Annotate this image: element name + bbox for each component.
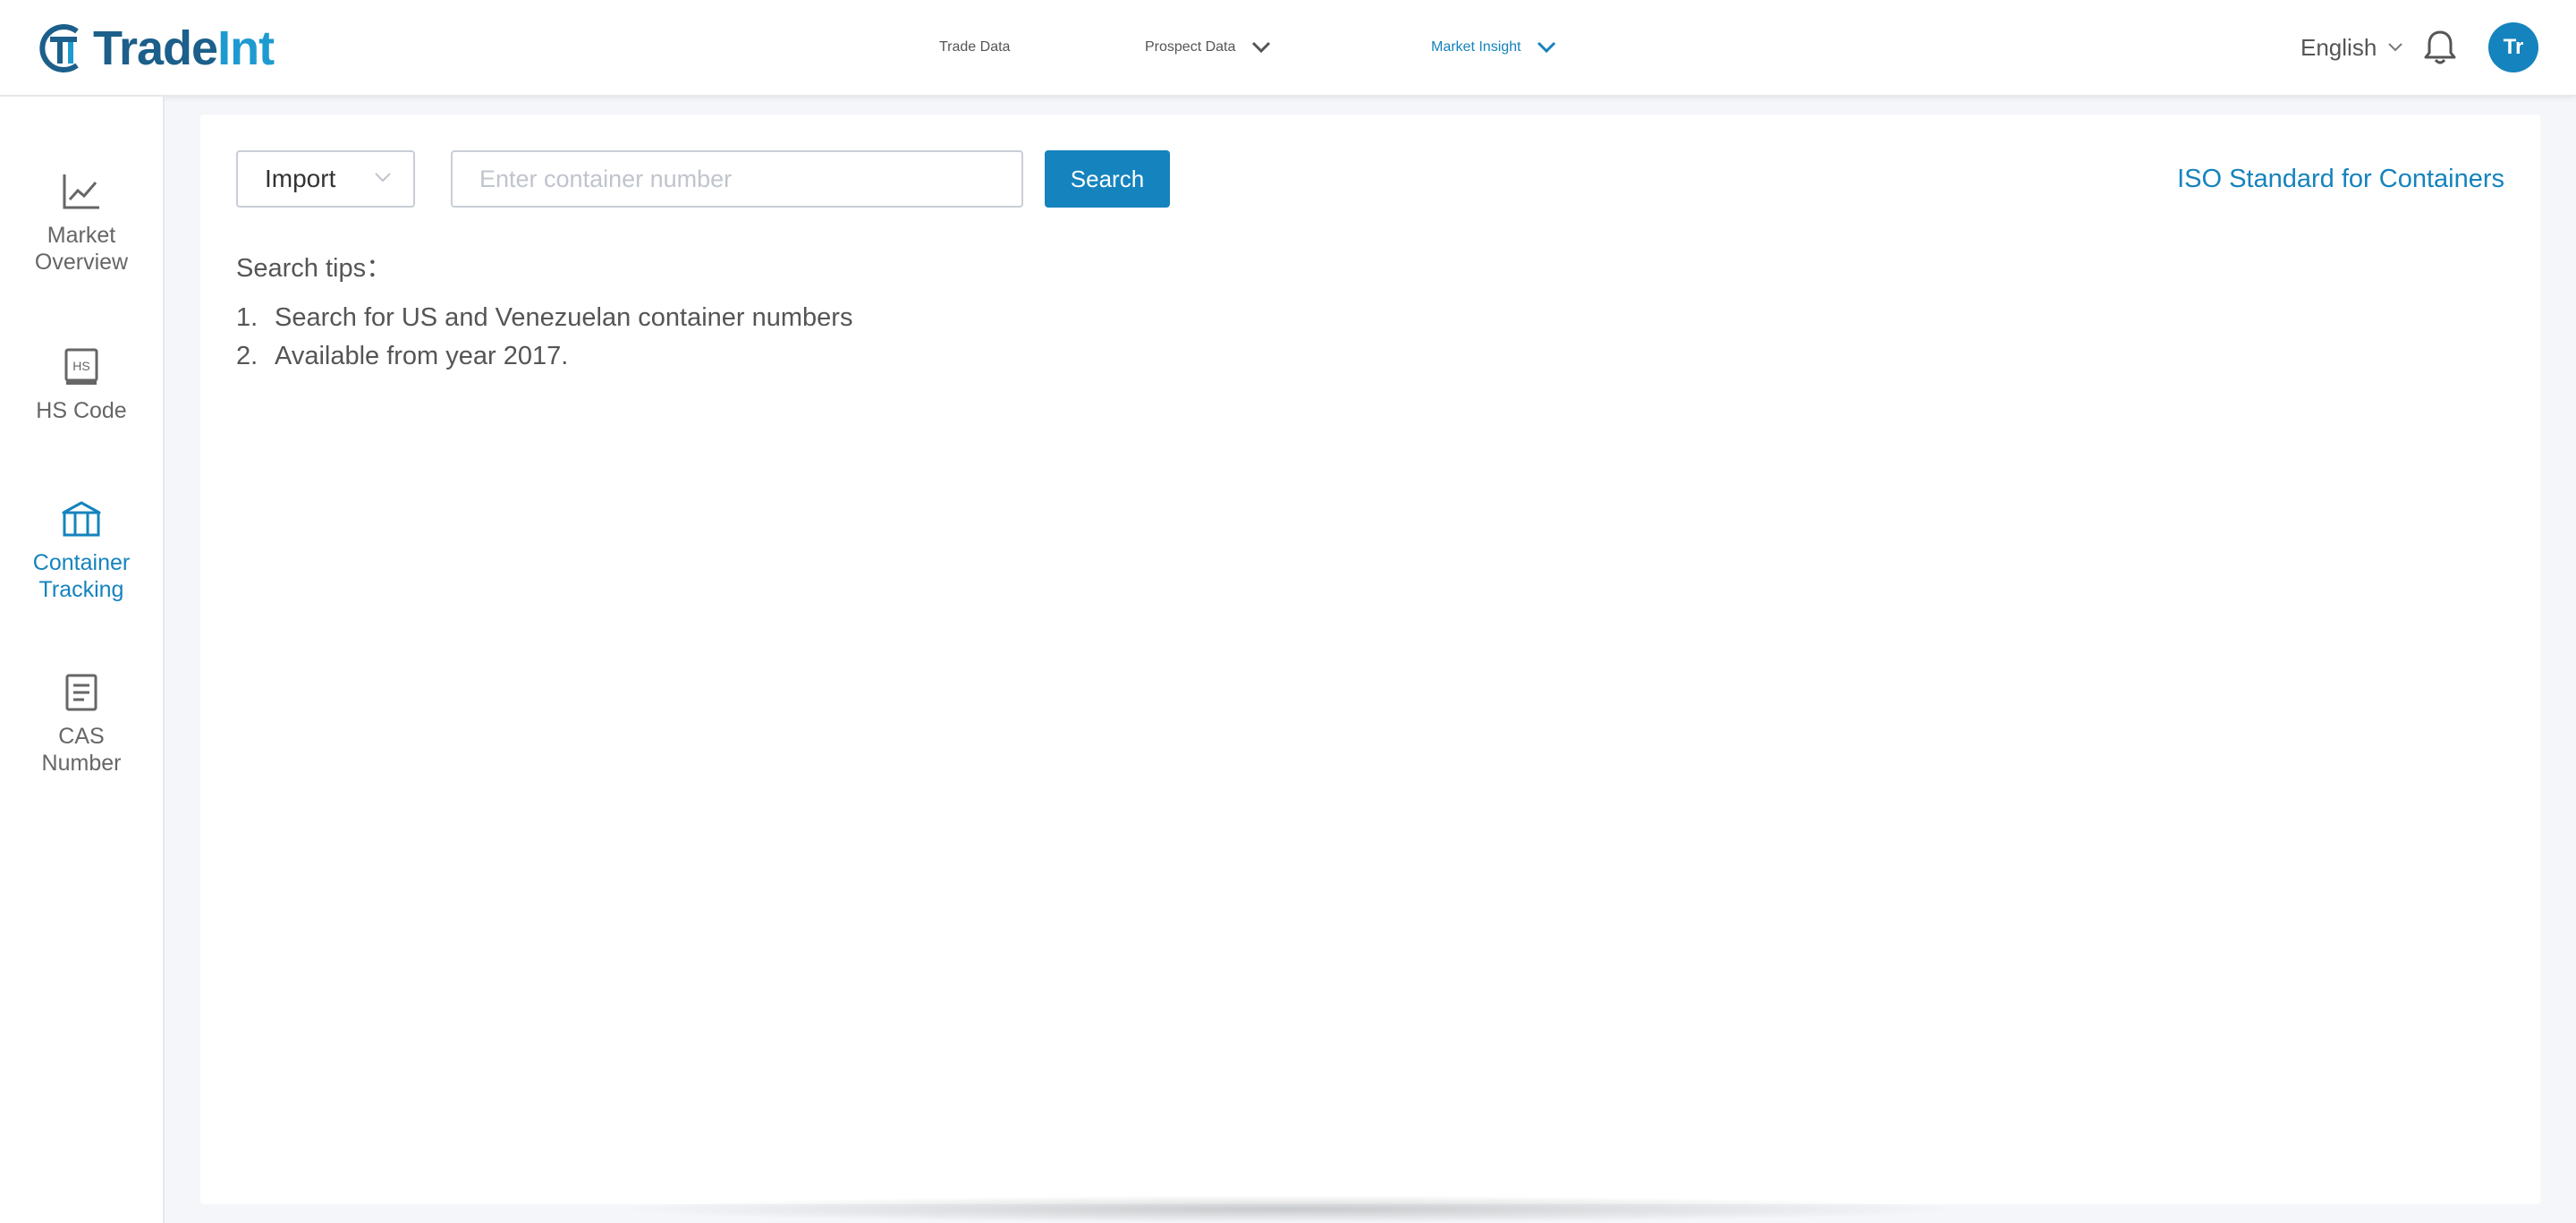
nav-market-insight-label: Market Insight [1431,39,1521,55]
list-item-text: Search for US and Venezuelan container n… [275,303,853,332]
chevron-down-icon [2388,43,2402,52]
sidebar-item-market-overview[interactable]: Market Overview [0,170,163,276]
sidebar-item-label: Tracking [38,577,124,602]
sidebar-item-label: Overview [34,250,129,275]
sidebar-item-label: HS Code [36,398,127,423]
logo-mark-icon [39,24,79,72]
sidebar-item-cas-number[interactable]: CAS Number [0,671,163,777]
list-item-number: 1. [236,303,258,332]
language-label: English [2301,33,2377,61]
list-item: 1. Search for US and Venezuelan containe… [236,299,852,337]
sidebar-item-label: Number [41,751,122,776]
top-header: TradeInt Trade Data Prospect Data Market… [0,0,2576,97]
chevron-down-icon [1538,41,1556,54]
nav-prospect-data-label: Prospect Data [1145,39,1236,55]
nav-market-insight[interactable]: Market Insight [1431,0,1556,95]
sidebar-item-label: Market [47,223,116,248]
nav-trade-data[interactable]: Trade Data [939,0,1010,95]
container-tracking-panel: Import Search ISO Standard for Container… [200,115,2540,1204]
sidebar-item-hs-code[interactable]: HS HS Code [0,345,163,424]
chevron-down-icon [375,173,391,183]
chevron-down-icon [1252,41,1271,54]
nav-prospect-data[interactable]: Prospect Data [1145,0,1271,95]
logo-text-part1: Trade [93,21,218,75]
sidebar: Market Overview HS HS Code Container Tra… [0,97,165,1223]
sidebar-item-label: Container [32,550,131,575]
sidebar-item-container-tracking[interactable]: Container Tracking [0,497,163,603]
container-number-input[interactable] [451,150,1023,208]
nav-trade-data-label: Trade Data [939,39,1011,55]
tradeint-logo[interactable]: TradeInt [38,20,275,77]
logo-text-part2: Int [217,21,275,75]
select-value: Import [265,165,336,192]
list-item-text: Available from year 2017. [275,342,569,370]
hs-code-icon: HS [60,345,103,388]
bottom-shadow [608,1195,1968,1223]
search-tips-list: 1. Search for US and Venezuelan containe… [236,299,852,376]
bell-icon[interactable] [2422,29,2458,66]
import-export-select[interactable]: Import [236,150,415,208]
list-item-number: 2. [236,342,258,370]
container-icon [60,497,103,540]
line-chart-icon [60,170,103,213]
user-avatar[interactable]: Tr [2488,22,2538,72]
svg-text:HS: HS [72,359,89,373]
language-selector[interactable]: English [2301,0,2403,95]
sidebar-item-label: CAS [58,724,105,749]
search-button[interactable]: Search [1045,150,1170,208]
search-tips-title: Search tips： [236,254,393,283]
logo-text: TradeInt [93,21,275,76]
document-icon [60,671,103,714]
iso-standard-link[interactable]: ISO Standard for Containers [2177,150,2504,208]
list-item: 2. Available from year 2017. [236,337,852,376]
